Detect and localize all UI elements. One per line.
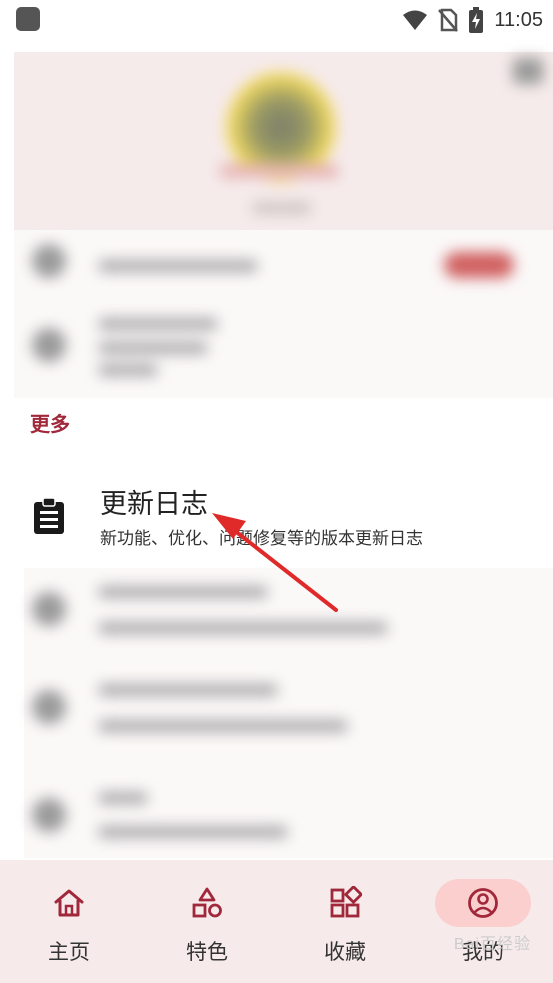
- nav-label-favorites: 收藏: [324, 940, 366, 964]
- account-icon: [468, 888, 498, 918]
- list-item-text-blurred: [98, 792, 148, 804]
- list-item-text-blurred: [98, 342, 208, 354]
- list-item-icon: [32, 592, 66, 626]
- list-item-text-blurred: [98, 586, 268, 598]
- nav-item-favorites[interactable]: 收藏: [276, 860, 414, 983]
- changelog-title: 更新日志: [100, 489, 208, 520]
- wifi-icon: [403, 10, 428, 30]
- changelog-description: 新功能、优化、问题修复等的版本更新日志: [100, 529, 423, 549]
- list-item-icon: [32, 328, 66, 362]
- nav-item-mine[interactable]: 我的: [414, 860, 552, 983]
- app-notification-icon: [16, 7, 40, 31]
- nav-label-home: 主页: [48, 940, 90, 964]
- nav-label-features: 特色: [186, 940, 228, 964]
- watermark: Bai百经验: [453, 936, 531, 953]
- list-item-text-blurred: [98, 364, 158, 376]
- changelog-list-item[interactable]: 更新日志 新功能、优化、问题修复等的版本更新日志: [24, 468, 553, 566]
- grid-icon: [330, 886, 362, 918]
- battery-charging-icon: [469, 7, 484, 33]
- home-icon: [54, 889, 84, 917]
- list-item-text-blurred: [98, 260, 258, 272]
- shapes-icon: [192, 887, 222, 918]
- bottom-navigation: 主页 特色 收藏 我的: [0, 860, 553, 983]
- list-item-icon: [32, 244, 66, 278]
- status-bar: 11:05: [0, 0, 553, 40]
- list-item-text-blurred: [98, 622, 388, 634]
- status-time: 11:05: [494, 8, 543, 31]
- clipboard-icon: [34, 498, 64, 534]
- status-indicators: 11:05: [402, 6, 543, 34]
- settings-list-blurred-bottom: [24, 568, 553, 858]
- list-item-text-blurred: [98, 720, 348, 732]
- profile-header-blurred: [14, 52, 553, 252]
- profile-name-blurred: [219, 164, 339, 178]
- settings-list-blurred-top: [14, 230, 553, 398]
- list-item-icon: [32, 798, 66, 832]
- list-item-text-blurred: [98, 826, 288, 838]
- toggle-switch: [444, 252, 514, 278]
- no-sim-icon: [438, 8, 459, 32]
- section-title-more: 更多: [30, 412, 70, 436]
- profile-subtitle-blurred: [252, 202, 312, 214]
- settings-icon: [513, 58, 543, 84]
- nav-item-home[interactable]: 主页: [0, 860, 138, 983]
- list-item-text-blurred: [98, 318, 218, 330]
- list-item-text-blurred: [98, 684, 278, 696]
- nav-item-features[interactable]: 特色: [138, 860, 276, 983]
- list-item-icon: [32, 690, 66, 724]
